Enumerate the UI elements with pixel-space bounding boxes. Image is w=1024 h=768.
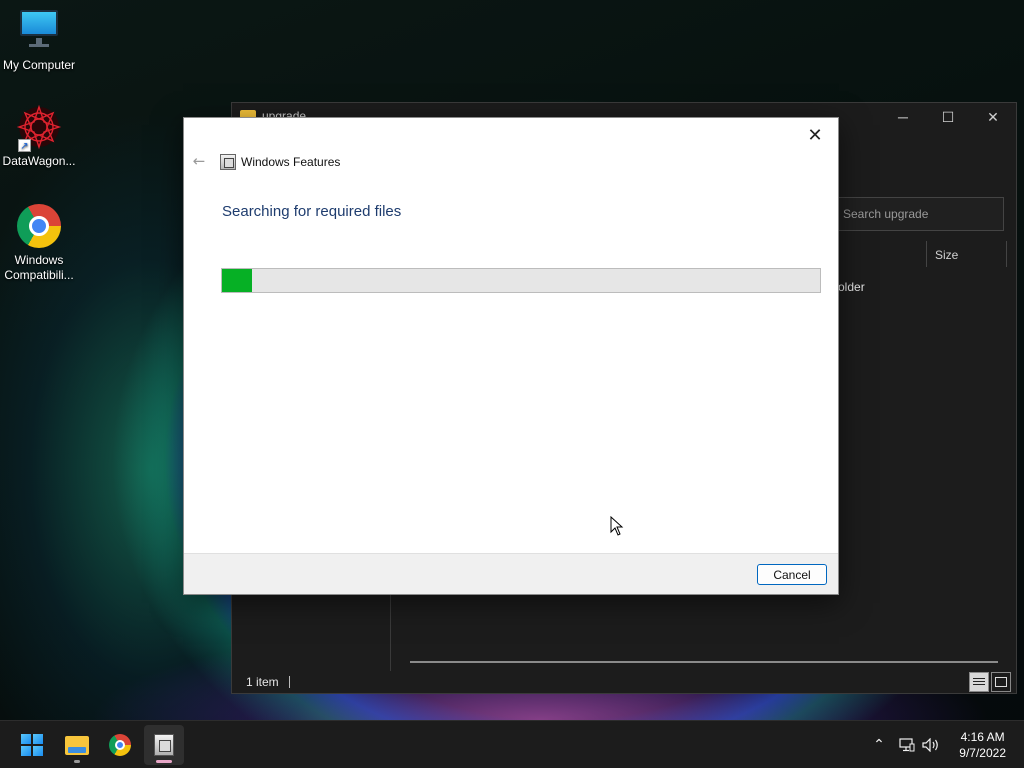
active-indicator <box>156 760 172 763</box>
column-divider <box>926 241 927 267</box>
status-item-count: 1 item <box>246 675 279 689</box>
chrome-icon <box>16 203 62 249</box>
dialog-title: Windows Features <box>241 155 341 169</box>
horizontal-scrollbar[interactable] <box>410 661 998 663</box>
taskbar-file-explorer[interactable] <box>57 725 97 765</box>
file-explorer-icon <box>65 735 89 755</box>
start-icon <box>21 734 43 756</box>
progress-bar <box>221 268 821 293</box>
windows-features-icon <box>220 154 236 170</box>
minimize-button[interactable]: ─ <box>880 103 926 131</box>
search-input[interactable]: Search upgrade <box>832 197 1004 231</box>
dialog-footer: Cancel <box>184 553 838 594</box>
computer-icon <box>16 8 62 54</box>
system-clock[interactable]: 4:16 AM 9/7/2022 <box>959 729 1006 761</box>
desktop-icon-label: My Computer <box>2 58 76 72</box>
details-view-button[interactable] <box>969 672 989 692</box>
taskbar-windows-features[interactable] <box>144 725 184 765</box>
large-icons-view-button[interactable] <box>991 672 1011 692</box>
desktop-icon-label: DataWagon... <box>2 154 76 168</box>
status-divider <box>289 676 290 688</box>
column-divider <box>1006 241 1007 267</box>
start-button[interactable] <box>12 725 52 765</box>
back-arrow-icon[interactable]: ← <box>190 152 208 170</box>
running-indicator <box>74 760 80 763</box>
taskbar: ⌃ 4:16 AM 9/7/2022 <box>0 720 1024 768</box>
details-view-icon <box>973 678 985 685</box>
windows-features-dialog[interactable]: ✕ ← Windows Features Searching for requi… <box>183 117 839 595</box>
chrome-icon <box>109 734 131 756</box>
desktop-icon-windows-compatibility[interactable]: Windows Compatibili... <box>0 203 78 283</box>
close-button[interactable]: ✕ <box>800 122 830 148</box>
desktop-icon-datawagon[interactable]: ↗ DataWagon... <box>0 104 78 169</box>
windows-features-icon <box>154 734 174 756</box>
progress-fill <box>222 269 252 292</box>
clock-date: 9/7/2022 <box>959 746 1006 760</box>
datawagon-app-icon: ↗ <box>16 104 62 152</box>
close-button[interactable]: ✕ <box>970 103 1016 131</box>
column-header-size[interactable]: Size <box>935 248 958 262</box>
maximize-button[interactable]: ☐ <box>925 103 971 131</box>
network-icon[interactable] <box>896 735 918 755</box>
nav-pane-divider <box>390 595 391 671</box>
cancel-button[interactable]: Cancel <box>757 564 827 585</box>
clock-time: 4:16 AM <box>960 730 1005 744</box>
taskbar-chrome[interactable] <box>100 725 140 765</box>
mouse-cursor-icon <box>610 516 624 536</box>
show-hidden-icons-chevron-icon[interactable]: ⌃ <box>868 735 890 755</box>
desktop-icon-label: Windows Compatibili... <box>4 253 74 282</box>
tiles-view-icon <box>995 677 1007 687</box>
desktop-icon-my-computer[interactable]: My Computer <box>0 8 78 73</box>
status-heading: Searching for required files <box>222 203 402 220</box>
volume-icon[interactable] <box>920 735 942 755</box>
shortcut-arrow-icon: ↗ <box>18 139 31 152</box>
file-row-type[interactable]: older <box>838 280 865 294</box>
